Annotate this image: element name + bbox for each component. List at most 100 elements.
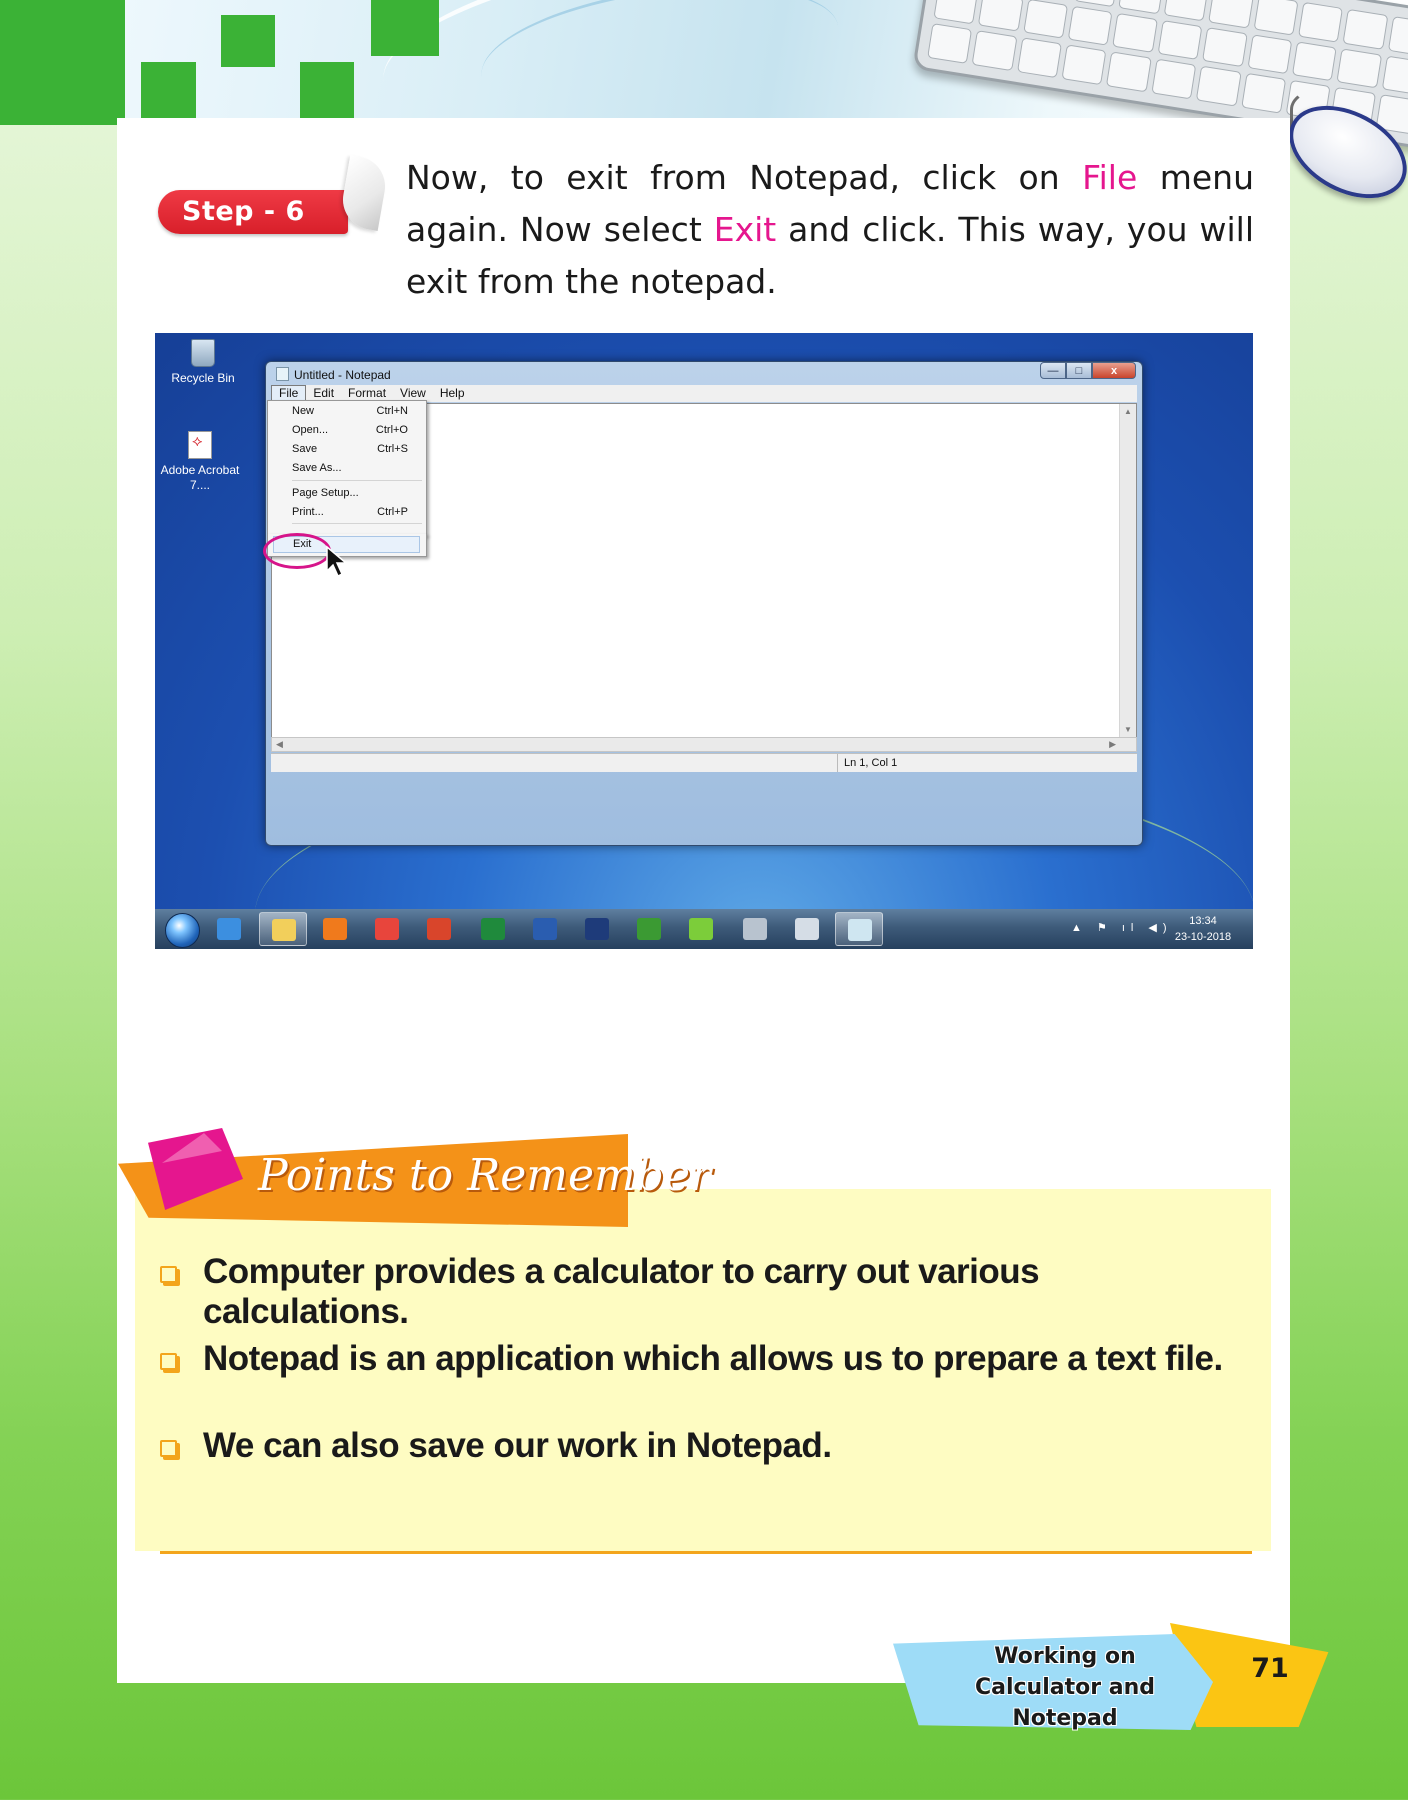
menu-item-shortcut: Ctrl+N: [376, 405, 408, 417]
menu-item-shortcut: Ctrl+S: [377, 443, 408, 455]
menu-separator: [292, 523, 422, 524]
menu-item-new[interactable]: New Ctrl+N: [292, 404, 422, 419]
points-title: Points to Remember: [258, 1150, 712, 1201]
chapter-title-line: Calculator and Notepad: [974, 1675, 1156, 1731]
recycle-bin-icon: [191, 339, 215, 367]
highlight-exit: Exit: [713, 210, 777, 249]
taskbar-app-file-explorer[interactable]: [259, 912, 307, 946]
green-corner-block: [0, 0, 125, 125]
menu-separator: [292, 480, 422, 481]
close-button[interactable]: x: [1092, 362, 1136, 379]
step-badge: Step - 6: [158, 190, 348, 234]
excel-icon: [481, 918, 505, 940]
desktop-icon-recycle-bin[interactable]: Recycle Bin: [158, 339, 248, 386]
vertical-scrollbar[interactable]: ▲ ▼: [1119, 404, 1136, 737]
exit-highlight-circle: [263, 533, 331, 569]
page-number: 71: [1251, 1653, 1289, 1684]
minimize-button[interactable]: —: [1040, 362, 1066, 379]
point-text: Computer provides a calculator to carry …: [203, 1252, 1040, 1331]
taskbar-app-paper-plane[interactable]: [415, 912, 463, 946]
horizontal-scrollbar[interactable]: ◀ ▶: [271, 737, 1137, 752]
chrome-icon: [375, 918, 399, 940]
green-app-icon: [689, 918, 713, 940]
taskbar-app-media-player[interactable]: [311, 912, 359, 946]
system-tray[interactable]: ▲ ⚑ ıl ◀): [1071, 921, 1173, 934]
chapter-title: Working on Calculator and Notepad: [925, 1641, 1205, 1734]
taskbar-clock[interactable]: 13:34 23-10-2018: [1163, 913, 1243, 945]
window-title-text: Untitled - Notepad: [294, 368, 391, 382]
menu-item-shortcut: Ctrl+O: [375, 424, 408, 436]
menu-item-label: Open...: [292, 424, 329, 436]
taskbar: ▲ ⚑ ıl ◀) 13:34 23-10-2018: [155, 909, 1253, 949]
taskbar-app-coreldraw[interactable]: [625, 912, 673, 946]
green-square: [300, 62, 354, 118]
menu-item-shortcut: Ctrl+P: [377, 506, 408, 518]
word-icon: [533, 918, 557, 940]
paper-plane-icon: [427, 918, 451, 940]
calculator-icon: [795, 918, 819, 940]
chapter-title-line: Working on: [994, 1644, 1136, 1669]
taskbar-app-calculator[interactable]: [783, 912, 831, 946]
taskbar-app-notepad[interactable]: [835, 912, 883, 946]
menu-item-save[interactable]: Save Ctrl+S: [292, 442, 422, 457]
menu-item-label: Print...: [292, 506, 324, 518]
menu-item-label: New: [292, 405, 315, 417]
taskbar-app-internet-explorer[interactable]: [205, 912, 253, 946]
adobe-acrobat-icon: [188, 431, 212, 459]
taskbar-app-word[interactable]: [521, 912, 569, 946]
window-title: Untitled - Notepad: [276, 365, 391, 385]
desktop-icon-adobe-acrobat[interactable]: Adobe Acrobat 7....: [158, 431, 242, 493]
taskbar-app-excel[interactable]: [469, 912, 517, 946]
menu-item-print[interactable]: Print... Ctrl+P: [292, 505, 422, 520]
list-item: We can also save our work in Notepad.: [158, 1426, 1248, 1513]
maximize-button[interactable]: □: [1066, 362, 1092, 379]
notepad-screenshot: Recycle Bin Adobe Acrobat 7.... Untitled…: [155, 333, 1253, 949]
window-controls: — □ x: [1040, 362, 1136, 379]
list-item: Notepad is an application which allows u…: [158, 1339, 1248, 1426]
clock-date: 23-10-2018: [1174, 931, 1232, 943]
mouse-pointer-icon: [326, 545, 349, 578]
scroll-up-icon[interactable]: ▲: [1124, 407, 1132, 416]
camera-icon: [743, 918, 767, 940]
photoshop-icon: [585, 918, 609, 940]
checkbox-bullet-icon: [160, 1353, 177, 1370]
point-text: Notepad is an application which allows u…: [203, 1339, 1223, 1378]
menu-item-label: Save As...: [292, 462, 342, 474]
menu-item-open[interactable]: Open... Ctrl+O: [292, 423, 422, 438]
file-menu-dropdown: New Ctrl+N Open... Ctrl+O Save Ctrl+S Save …: [267, 400, 427, 536]
step-instruction: Now, to exit from Notepad, click on File…: [406, 152, 1254, 308]
list-item: Computer provides a calculator to carry …: [158, 1252, 1248, 1339]
notepad-icon: [848, 919, 872, 941]
scroll-down-icon[interactable]: ▼: [1124, 725, 1132, 734]
taskbar-app-camera[interactable]: [731, 912, 779, 946]
menu-item-save-as[interactable]: Save As...: [292, 461, 422, 476]
green-square: [141, 62, 196, 118]
scroll-right-icon[interactable]: ▶: [1109, 739, 1116, 750]
coreldraw-icon: [637, 918, 661, 940]
internet-explorer-icon: [217, 918, 241, 940]
status-position: Ln 1, Col 1: [837, 754, 897, 772]
taskbar-app-green-app[interactable]: [677, 912, 725, 946]
desktop-icon-label: Adobe Acrobat 7....: [160, 463, 240, 492]
instruction-text: Now, to exit from Notepad, click on: [406, 158, 1083, 197]
menu-item-label: Page Setup...: [292, 487, 359, 499]
point-text: We can also save our work in Notepad.: [203, 1426, 832, 1465]
scroll-left-icon[interactable]: ◀: [276, 739, 283, 750]
points-list: Computer provides a calculator to carry …: [158, 1252, 1248, 1513]
start-button[interactable]: [165, 913, 200, 948]
notepad-icon: [276, 367, 289, 381]
desktop-icon-label: Recycle Bin: [171, 371, 235, 385]
checkbox-bullet-icon: [160, 1440, 177, 1457]
checkbox-bullet-icon: [160, 1266, 177, 1283]
menu-help[interactable]: Help: [433, 385, 472, 402]
file-explorer-icon: [272, 919, 296, 941]
taskbar-app-chrome[interactable]: [363, 912, 411, 946]
taskbar-app-photoshop[interactable]: [573, 912, 621, 946]
points-underline: [160, 1551, 1252, 1554]
green-square: [221, 15, 275, 67]
highlight-file: File: [1082, 158, 1138, 197]
menu-item-page-setup[interactable]: Page Setup...: [292, 486, 422, 501]
media-player-icon: [323, 918, 347, 940]
clock-time: 13:34: [1189, 915, 1217, 927]
green-square: [371, 0, 439, 56]
